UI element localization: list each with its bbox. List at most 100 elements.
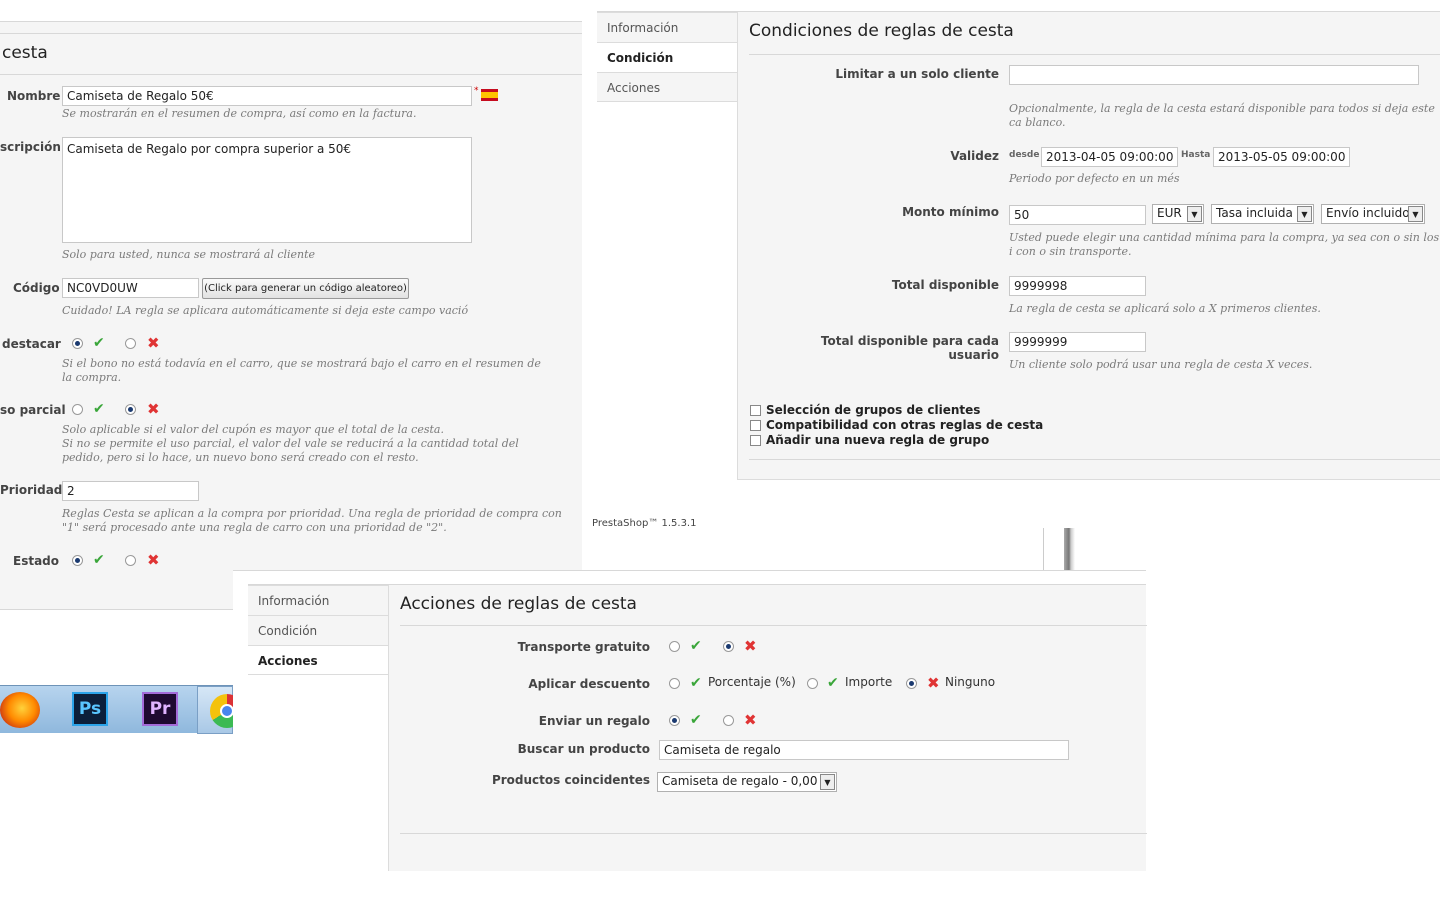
check-icon: ✔	[690, 675, 702, 691]
partial-no-radio[interactable]	[125, 404, 136, 415]
per-user-label: Total disponible para cada usuario	[820, 334, 999, 362]
check-icon: ✔	[93, 335, 105, 351]
section-header: cesta	[0, 33, 582, 75]
matching-product-value: Camiseta de regalo - 0,00 €	[662, 774, 829, 788]
compatibility-checkbox[interactable]	[750, 420, 761, 431]
free-shipping-no-radio[interactable]	[723, 641, 734, 652]
description-label: scripción	[0, 140, 61, 154]
tab-informacion[interactable]: Información	[248, 585, 389, 615]
conditions-window: Información Condición Acciones Condicion…	[582, 0, 1440, 529]
premiere-icon[interactable]: Pr	[142, 692, 178, 726]
highlight-no-radio[interactable]	[125, 338, 136, 349]
chevron-down-icon: ▼	[1408, 206, 1423, 222]
check-icon: ✔	[93, 401, 105, 417]
name-label: Nombre	[7, 89, 61, 103]
discount-none-label: Ninguno	[945, 675, 996, 689]
min-amount-label: Monto mínimo	[902, 205, 999, 219]
send-gift-yes-radio[interactable]	[669, 715, 680, 726]
search-product-input[interactable]: Camiseta de regalo	[659, 740, 1069, 760]
chevron-down-icon: ▼	[1297, 206, 1312, 222]
status-yes-radio[interactable]	[72, 555, 83, 566]
total-available-input[interactable]: 9999998	[1009, 276, 1146, 296]
min-amount-input[interactable]: 50	[1009, 205, 1146, 225]
customer-groups-label: Selección de grupos de clientes	[766, 403, 981, 417]
discount-percent-radio[interactable]	[669, 678, 680, 689]
status-label: Estado	[13, 554, 60, 568]
cross-icon: ✖	[147, 334, 160, 352]
highlight-hint: Si el bono no está todavía en el carro, …	[62, 357, 541, 384]
compatibility-label: Compatibilidad con otras reglas de cesta	[766, 418, 1044, 432]
check-icon: ✔	[827, 675, 839, 691]
tab-condicion[interactable]: Condición	[597, 42, 738, 72]
partial-hint-1: Solo aplicable si el valor del cupón es …	[62, 423, 444, 436]
matching-products-select[interactable]: Camiseta de regalo - 0,00 € ▼	[657, 772, 837, 792]
discount-amount-label: Importe	[845, 675, 893, 689]
tax-select[interactable]: Tasa incluida ▼	[1211, 204, 1314, 224]
required-mark: *	[474, 86, 479, 96]
new-group-rule-checkbox[interactable]	[750, 435, 761, 446]
tab-acciones[interactable]: Acciones	[597, 72, 738, 102]
send-gift-label: Enviar un regalo	[538, 714, 650, 728]
top-line	[233, 570, 1146, 571]
name-input[interactable]: Camiseta de Regalo 50€	[62, 86, 472, 106]
tax-value: Tasa incluida	[1216, 206, 1293, 220]
code-label: Código	[13, 281, 60, 295]
actions-form: Acciones de reglas de cesta Transporte g…	[388, 585, 1147, 871]
check-icon: ✔	[690, 638, 702, 654]
currency-select[interactable]: EUR ▼	[1152, 204, 1204, 224]
per-user-input[interactable]: 9999999	[1009, 332, 1146, 352]
priority-input[interactable]: 2	[62, 481, 199, 501]
taskbar: Ps Pr	[0, 685, 244, 734]
discount-none-radio[interactable]	[906, 678, 917, 689]
free-shipping-label: Transporte gratuito	[517, 640, 650, 654]
divider	[1043, 528, 1044, 570]
from-label: desde	[1009, 150, 1040, 160]
check-icon: ✔	[690, 712, 702, 728]
chevron-down-icon: ▼	[1187, 206, 1202, 222]
form-divider	[749, 459, 1440, 460]
cross-icon: ✖	[744, 637, 757, 655]
chrome-taskbar-button[interactable]	[197, 686, 244, 734]
discount-percent-label: Porcentaje (%)	[708, 675, 796, 689]
search-product-label: Buscar un producto	[517, 742, 650, 756]
to-date-input[interactable]: 2013-05-05 09:00:00	[1213, 147, 1350, 167]
send-gift-no-radio[interactable]	[723, 715, 734, 726]
scrollbar-fragment[interactable]	[1061, 528, 1075, 570]
firefox-icon[interactable]	[0, 692, 40, 728]
tab-acciones[interactable]: Acciones	[248, 645, 389, 675]
code-hint: Cuidado! LA regla se aplicara automática…	[62, 304, 469, 317]
conditions-form: Condiciones de reglas de cesta Limitar a…	[737, 12, 1440, 480]
min-amount-hint: Usted puede elegir una cantidad mínima p…	[1009, 231, 1440, 258]
partial-yes-radio[interactable]	[72, 404, 83, 415]
total-available-label: Total disponible	[891, 278, 999, 292]
limit-customer-input[interactable]	[1009, 65, 1419, 85]
status-no-radio[interactable]	[125, 555, 136, 566]
priority-hint: Reglas Cesta se aplican a la compra por …	[62, 507, 562, 534]
spain-flag-icon[interactable]	[481, 89, 498, 101]
description-textarea[interactable]: Camiseta de Regalo por compra superior a…	[62, 137, 472, 243]
apply-discount-label: Aplicar descuento	[528, 677, 650, 691]
shipping-select[interactable]: Envío incluido ▼	[1321, 204, 1425, 224]
limit-customer-hint: Opcionalmente, la regla de la cesta esta…	[1009, 102, 1435, 129]
tab-informacion[interactable]: Información	[597, 12, 738, 42]
from-date-input[interactable]: 2013-04-05 09:00:00	[1041, 147, 1178, 167]
discount-amount-radio[interactable]	[807, 678, 818, 689]
highlight-yes-radio[interactable]	[72, 338, 83, 349]
prestashop-version: PrestaShop™ 1.5.3.1	[592, 518, 697, 529]
partial-hint-2: Si no se permite el uso parcial, el valo…	[62, 437, 519, 464]
shipping-value: Envío incluido	[1326, 206, 1410, 220]
generate-code-button[interactable]: (Click para generar un código aleatoreo)	[202, 278, 409, 299]
info-panel: cesta Nombre Camiseta de Regalo 50€ * Se…	[0, 0, 582, 610]
free-shipping-yes-radio[interactable]	[669, 641, 680, 652]
actions-window: Información Condición Acciones Acciones …	[233, 570, 1147, 871]
priority-label: Prioridad	[0, 483, 63, 497]
cross-icon: ✖	[744, 711, 757, 729]
actions-title: Acciones de reglas de cesta	[400, 594, 637, 614]
photoshop-icon[interactable]: Ps	[72, 692, 108, 726]
title-divider	[749, 54, 1440, 55]
tab-condicion[interactable]: Condición	[248, 615, 389, 645]
customer-groups-checkbox[interactable]	[750, 405, 761, 416]
code-input[interactable]: NC0VD0UW	[62, 278, 199, 298]
limit-customer-label: Limitar a un solo cliente	[835, 67, 999, 81]
name-hint: Se mostrarán en el resumen de compra, as…	[62, 107, 417, 120]
